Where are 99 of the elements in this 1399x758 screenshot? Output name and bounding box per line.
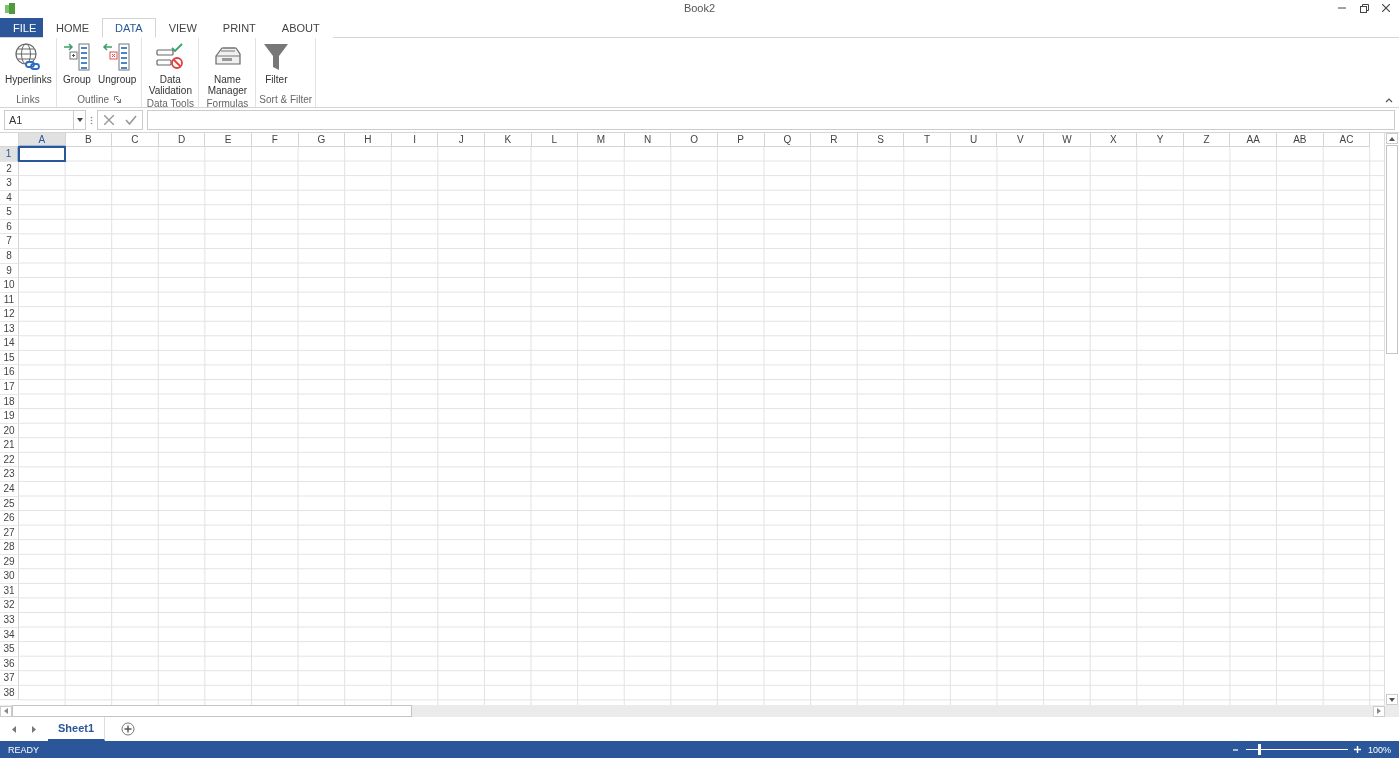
scroll-down-button[interactable] (1386, 694, 1398, 705)
group-rows-icon (62, 42, 92, 72)
selected-cell[interactable] (18, 146, 66, 162)
row-header[interactable]: 10 (0, 278, 19, 293)
minimize-icon (1338, 4, 1346, 12)
ribbon-button[interactable]: Group (60, 40, 94, 94)
collapse-ribbon-icon[interactable] (1385, 97, 1393, 103)
file-tab[interactable]: FILE (0, 18, 43, 37)
column-header[interactable]: O (671, 133, 718, 147)
row-header[interactable]: 1 (0, 147, 19, 162)
column-header[interactable]: D (158, 133, 206, 147)
name-box[interactable]: A1 (4, 110, 86, 130)
column-header[interactable]: Y (1137, 133, 1184, 147)
group-label: Data Tools (146, 98, 194, 111)
group-label: Outline (77, 94, 109, 107)
column-header[interactable]: R (811, 133, 858, 147)
row-header[interactable]: 37 (0, 671, 19, 686)
row-header[interactable]: 28 (0, 540, 19, 555)
row-header[interactable]: 26 (0, 511, 19, 526)
column-header[interactable]: P (717, 133, 765, 147)
cross-icon (104, 115, 114, 125)
scroll-right-button[interactable] (1373, 705, 1385, 717)
column-header[interactable]: I (391, 133, 439, 147)
globe-link-icon (13, 42, 43, 72)
column-header[interactable]: X (1090, 133, 1138, 147)
column-header[interactable]: S (857, 133, 905, 147)
row-header[interactable]: 32 (0, 598, 19, 613)
row-header[interactable]: 19 (0, 409, 19, 424)
plus-circle-icon (121, 722, 136, 736)
column-header[interactable]: L (531, 133, 579, 147)
ungroup-rows-icon (102, 42, 133, 72)
dialog-launcher-icon[interactable] (114, 96, 121, 103)
scrollbar-thumb[interactable] (12, 705, 412, 717)
scroll-up-button[interactable] (1386, 133, 1398, 144)
column-header[interactable]: Z (1183, 133, 1231, 147)
sheet-tab[interactable]: Sheet1 (48, 717, 106, 741)
status-text: READY (8, 744, 39, 755)
row-header[interactable]: 12 (0, 307, 19, 322)
column-header[interactable]: A (19, 133, 66, 147)
row-header[interactable]: 23 (0, 467, 19, 482)
row-header[interactable]: 16 (0, 365, 19, 380)
column-header[interactable]: AA (1230, 133, 1278, 147)
column-header[interactable]: AC (1323, 133, 1371, 147)
column-header[interactable]: K (484, 133, 532, 147)
column-header[interactable]: M (578, 133, 625, 147)
row-header[interactable]: 21 (0, 438, 19, 453)
column-header[interactable]: Q (764, 133, 812, 147)
restore-icon (1359, 3, 1369, 13)
caret-down-icon (1389, 697, 1395, 702)
column-header[interactable]: W (1044, 133, 1091, 147)
column-header[interactable]: E (205, 133, 252, 147)
column-header[interactable]: T (904, 133, 951, 147)
add-sheet-button[interactable] (121, 722, 136, 736)
checkmark-icon (125, 115, 137, 125)
column-header[interactable]: C (112, 133, 159, 147)
close-icon (1382, 4, 1390, 12)
dropdown-button[interactable] (73, 111, 85, 129)
column-header[interactable]: V (997, 133, 1045, 147)
zoom-in-button[interactable] (1353, 745, 1362, 754)
column-header[interactable]: H (345, 133, 392, 147)
app-logo-icon (5, 2, 15, 14)
caret-right-icon (1377, 708, 1381, 714)
caret-down-icon (76, 118, 83, 122)
window-title: Book2 (683, 2, 716, 14)
column-header[interactable]: F (251, 133, 299, 147)
column-header[interactable]: G (298, 133, 346, 147)
caret-up-icon (1389, 136, 1395, 141)
caret-left-icon (4, 708, 8, 714)
group-label: Sort & Filter (259, 94, 313, 107)
scroll-left-button[interactable] (0, 705, 12, 717)
ribbon-button[interactable]: Data Validation (145, 40, 196, 98)
ribbon-tab[interactable]: DATA (102, 18, 156, 38)
caret-left-icon (12, 725, 16, 733)
group-label: Links (16, 94, 40, 107)
row-header[interactable]: 17 (0, 380, 19, 395)
ribbon-button[interactable]: Ungroup (96, 40, 139, 94)
ribbon-button[interactable]: Name Manager (202, 40, 253, 98)
cancel-button[interactable] (101, 112, 117, 128)
row-header[interactable]: 14 (0, 336, 19, 351)
column-header[interactable]: U (950, 133, 998, 147)
row-header[interactable]: 35 (0, 642, 19, 657)
ribbon-button[interactable]: Hyperlinks (3, 40, 53, 94)
scrollbar-thumb[interactable] (1386, 145, 1398, 354)
row-header[interactable]: 5 (0, 205, 19, 220)
group-label: Formulas (206, 98, 249, 111)
formula-field[interactable] (147, 110, 1395, 130)
column-header[interactable]: B (65, 133, 113, 147)
ribbon-button[interactable]: Filter (259, 40, 294, 94)
column-header[interactable]: AB (1277, 133, 1324, 147)
zoom-level: 100% (1367, 744, 1391, 755)
row-header[interactable]: 30 (0, 569, 19, 584)
row-header[interactable]: 3 (0, 176, 19, 191)
validation-icon (155, 42, 186, 72)
row-header[interactable]: 33 (0, 613, 19, 628)
column-header[interactable]: N (624, 133, 672, 147)
caret-right-icon (32, 725, 36, 733)
column-header[interactable]: J (438, 133, 485, 147)
row-header[interactable]: 7 (0, 234, 19, 249)
zoom-slider-thumb[interactable] (1258, 744, 1262, 755)
